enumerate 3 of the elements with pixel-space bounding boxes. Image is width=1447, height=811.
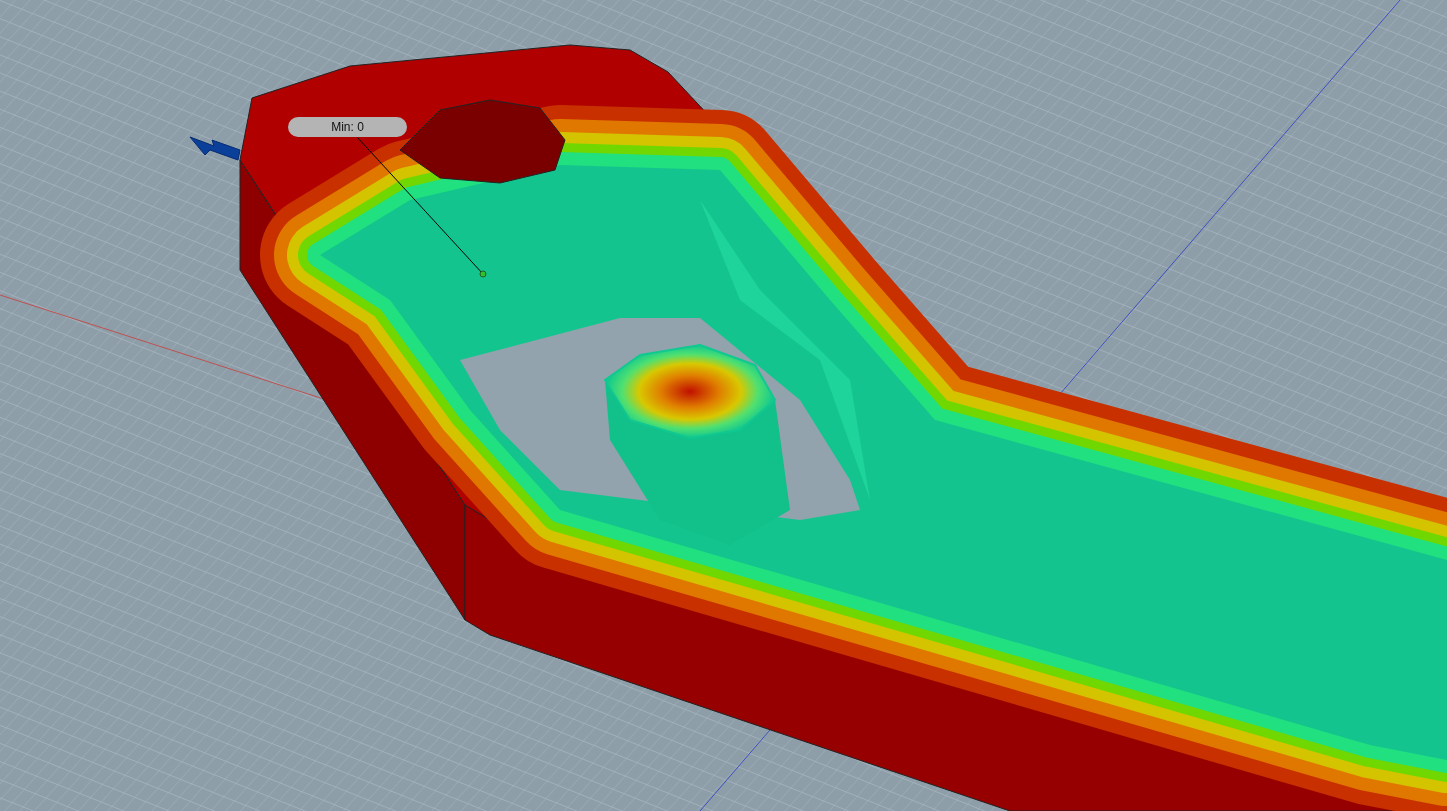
point-marker — [479, 270, 487, 278]
arrow-icon[interactable] — [189, 136, 241, 161]
annotation-label: Min: 0 — [288, 117, 407, 137]
